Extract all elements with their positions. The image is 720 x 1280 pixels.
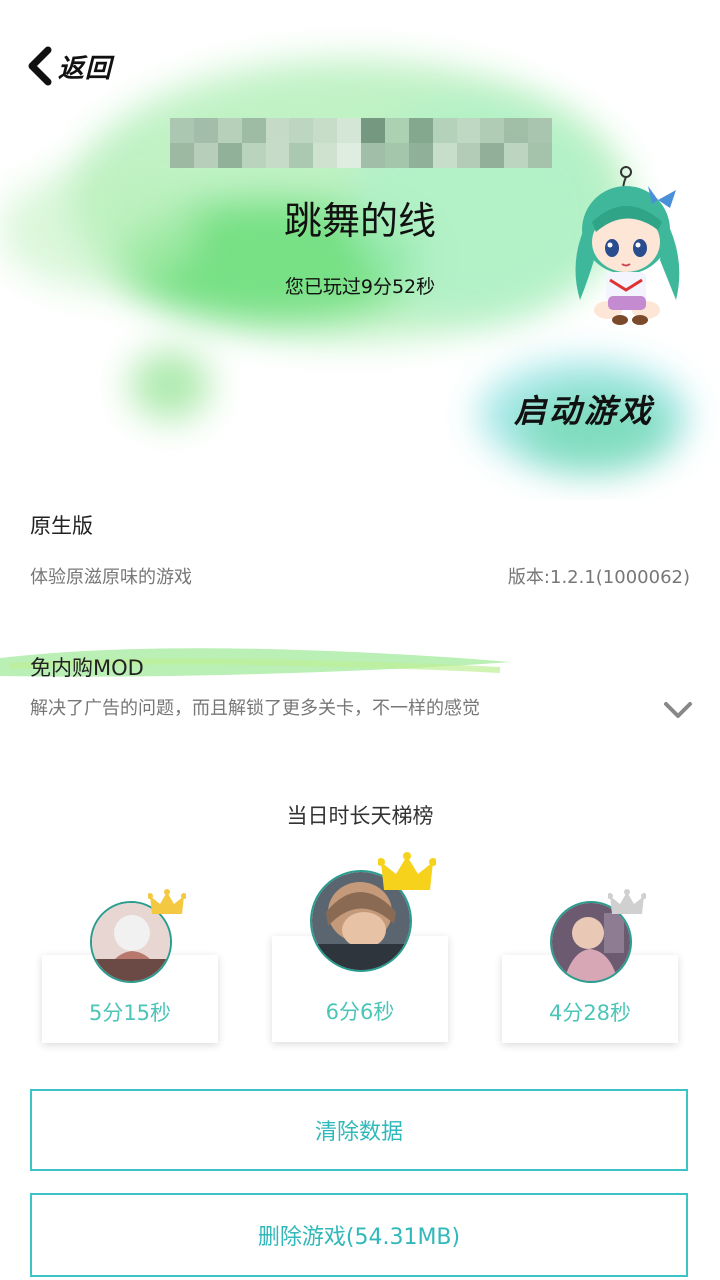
version-native-title[interactable]: 原生版	[30, 510, 93, 540]
crown-icon	[147, 888, 187, 920]
crown-icon	[377, 850, 437, 898]
delete-game-label: 删除游戏(54.31MB)	[257, 1225, 461, 1250]
version-mod-title[interactable]: 免内购MOD	[30, 652, 144, 682]
crown-icon	[607, 888, 647, 920]
clear-data-label: 清除数据	[314, 1120, 403, 1145]
delete-game-button[interactable]: 删除游戏(54.31MB)	[30, 1193, 688, 1277]
version-number: 版本:1.2.1(1000062)	[507, 567, 690, 588]
ranking-time-2: 5分15秒	[88, 1001, 172, 1025]
pixelated-title-block	[170, 118, 552, 168]
launch-game-button[interactable]: 启动游戏	[478, 350, 690, 480]
chevron-down-icon[interactable]	[662, 698, 694, 722]
launch-game-label: 启动游戏	[513, 392, 654, 430]
back-button[interactable]: 返回	[26, 44, 146, 88]
clear-data-button[interactable]: 清除数据	[30, 1089, 688, 1171]
back-arrow-icon	[26, 46, 52, 86]
ranking-time-1: 6分6秒	[325, 1000, 395, 1024]
back-label: 返回	[58, 53, 113, 84]
mascot-illustration	[548, 160, 688, 330]
ranking-time-3: 4分28秒	[548, 1001, 632, 1025]
ranking-title: 当日时长天梯榜	[286, 804, 434, 828]
version-mod-desc: 解决了广告的问题，而且解锁了更多关卡，不一样的感觉	[30, 698, 480, 719]
version-native-desc: 体验原滋原味的游戏	[30, 567, 192, 588]
